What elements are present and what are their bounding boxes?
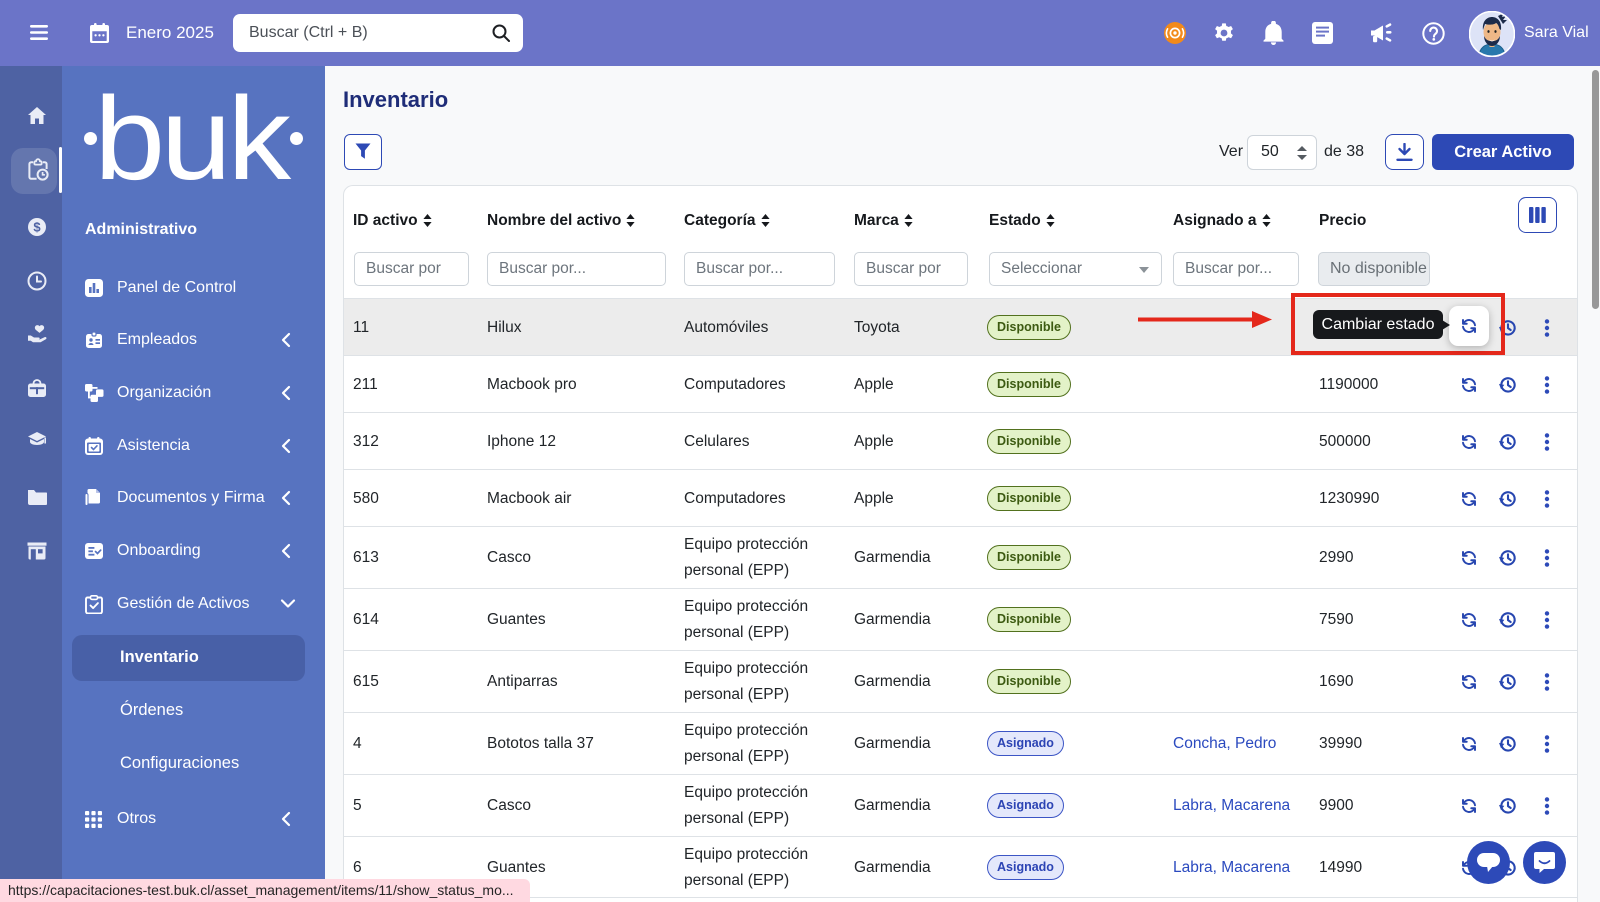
svg-text:$: $ (33, 220, 41, 235)
